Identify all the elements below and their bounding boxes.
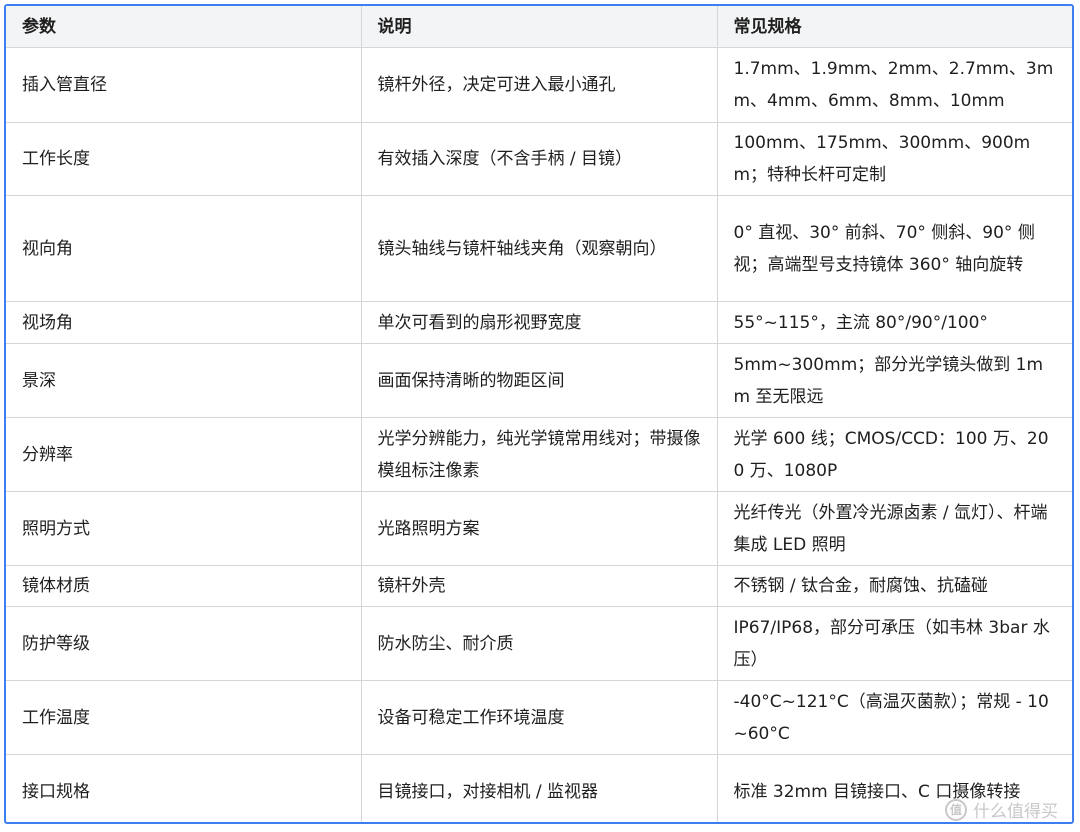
- cell-param: 视向角: [6, 195, 362, 302]
- cell-spec: 100mm、175mm、300mm、900mm；特种长杆可定制: [716, 122, 1072, 196]
- header-param: 参数: [6, 6, 362, 48]
- table-header-row: 参数 说明 常见规格: [6, 6, 1072, 48]
- table-row: 插入管直径 镜杆外径，决定可进入最小通孔 1.7mm、1.9mm、2mm、2.7…: [6, 47, 1072, 123]
- cell-desc: 光学分辨能力，纯光学镜常用线对；带摄像模组标注像素: [360, 417, 718, 492]
- spec-table: 参数 说明 常见规格 插入管直径 镜杆外径，决定可进入最小通孔 1.7mm、1.…: [6, 6, 1072, 822]
- table-row: 工作长度 有效插入深度（不含手柄 / 目镜） 100mm、175mm、300mm…: [6, 122, 1072, 196]
- spec-table-frame: 参数 说明 常见规格 插入管直径 镜杆外径，决定可进入最小通孔 1.7mm、1.…: [4, 4, 1074, 824]
- cell-desc: 镜杆外壳: [360, 565, 718, 607]
- cell-desc: 单次可看到的扇形视野宽度: [360, 301, 718, 344]
- table-row: 照明方式 光路照明方案 光纤传光（外置冷光源卤素 / 氙灯）、杆端集成 LED …: [6, 491, 1072, 566]
- cell-desc: 画面保持清晰的物距区间: [360, 343, 718, 418]
- cell-spec: 0° 直视、30° 前斜、70° 侧斜、90° 侧视；高端型号支持镜体 360°…: [716, 195, 1072, 302]
- header-spec: 常见规格: [716, 6, 1072, 48]
- table-row: 景深 画面保持清晰的物距区间 5mm~300mm；部分光学镜头做到 1mm 至无…: [6, 343, 1072, 418]
- table-row: 视场角 单次可看到的扇形视野宽度 55°~115°，主流 80°/90°/100…: [6, 301, 1072, 344]
- zhi-icon: 值: [945, 798, 967, 821]
- cell-spec: 光学 600 线；CMOS/CCD：100 万、200 万、1080P: [716, 417, 1072, 492]
- table-row: 镜体材质 镜杆外壳 不锈钢 / 钛合金，耐腐蚀、抗磕碰: [6, 565, 1072, 607]
- cell-spec: IP67/IP68，部分可承压（如韦林 3bar 水压）: [716, 606, 1072, 681]
- cell-desc: 有效插入深度（不含手柄 / 目镜）: [360, 122, 718, 196]
- cell-desc: 镜杆外径，决定可进入最小通孔: [360, 47, 718, 123]
- cell-desc: 目镜接口，对接相机 / 监视器: [360, 754, 718, 822]
- cell-spec: -40°C~121°C（高温灭菌款）；常规 - 10~60°C: [716, 680, 1072, 755]
- cell-desc: 光路照明方案: [360, 491, 718, 566]
- cell-desc: 镜头轴线与镜杆轴线夹角（观察朝向）: [360, 195, 718, 302]
- watermark: 值 什么值得买: [945, 797, 1058, 822]
- cell-param: 插入管直径: [6, 47, 362, 123]
- cell-param: 接口规格: [6, 754, 362, 822]
- cell-param: 分辨率: [6, 417, 362, 492]
- table-row: 接口规格 目镜接口，对接相机 / 监视器 标准 32mm 目镜接口、C 口摄像转…: [6, 754, 1072, 822]
- cell-desc: 防水防尘、耐介质: [360, 606, 718, 681]
- table-row: 工作温度 设备可稳定工作环境温度 -40°C~121°C（高温灭菌款）；常规 -…: [6, 680, 1072, 755]
- cell-spec: 5mm~300mm；部分光学镜头做到 1mm 至无限远: [716, 343, 1072, 418]
- table-row: 防护等级 防水防尘、耐介质 IP67/IP68，部分可承压（如韦林 3bar 水…: [6, 606, 1072, 681]
- cell-param: 照明方式: [6, 491, 362, 566]
- cell-param: 景深: [6, 343, 362, 418]
- table-row: 分辨率 光学分辨能力，纯光学镜常用线对；带摄像模组标注像素 光学 600 线；C…: [6, 417, 1072, 492]
- cell-param: 镜体材质: [6, 565, 362, 607]
- cell-spec: 1.7mm、1.9mm、2mm、2.7mm、3mm、4mm、6mm、8mm、10…: [716, 47, 1072, 123]
- table-row: 视向角 镜头轴线与镜杆轴线夹角（观察朝向） 0° 直视、30° 前斜、70° 侧…: [6, 195, 1072, 302]
- cell-desc: 设备可稳定工作环境温度: [360, 680, 718, 755]
- cell-spec: 光纤传光（外置冷光源卤素 / 氙灯）、杆端集成 LED 照明: [716, 491, 1072, 566]
- cell-param: 视场角: [6, 301, 362, 344]
- cell-param: 工作温度: [6, 680, 362, 755]
- header-desc: 说明: [360, 6, 718, 48]
- cell-spec: 55°~115°，主流 80°/90°/100°: [716, 301, 1072, 344]
- watermark-text: 什么值得买: [973, 802, 1058, 822]
- cell-spec: 不锈钢 / 钛合金，耐腐蚀、抗磕碰: [716, 565, 1072, 607]
- cell-param: 防护等级: [6, 606, 362, 681]
- cell-param: 工作长度: [6, 122, 362, 196]
